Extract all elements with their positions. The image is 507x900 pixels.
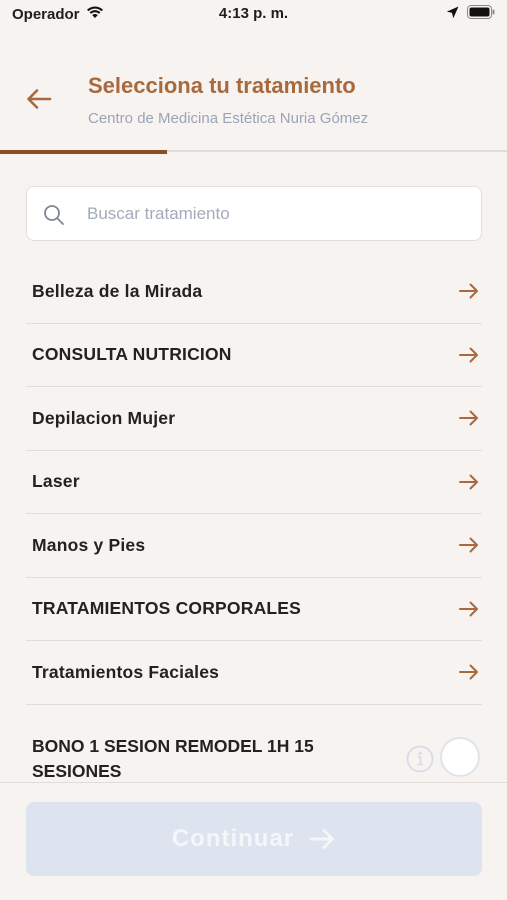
category-label: Manos y Pies (32, 534, 146, 555)
status-left: Operador (12, 5, 104, 23)
category-item[interactable]: Tratamientos Faciales (26, 641, 482, 705)
arrow-left-icon (27, 89, 52, 109)
arrow-right-icon (459, 601, 478, 617)
continue-button[interactable]: Continuar (26, 802, 482, 876)
category-label: CONSULTA NUTRICION (32, 344, 232, 365)
header: Selecciona tu tratamiento Centro de Medi… (0, 60, 507, 152)
search-box (26, 186, 482, 241)
category-label: Laser (32, 471, 80, 492)
arrow-right-icon (459, 537, 478, 553)
screen: Operador 4:13 p. m. Selecciona tu tratam… (0, 0, 507, 900)
category-item[interactable]: CONSULTA NUTRICION (26, 324, 482, 387)
arrow-right-icon (459, 410, 478, 426)
category-list: Belleza de la Mirada CONSULTA NUTRICION De… (26, 260, 482, 705)
category-item[interactable]: Depilacion Mujer (26, 387, 482, 451)
category-item[interactable]: Manos y Pies (26, 514, 482, 578)
location-arrow-icon (446, 6, 459, 23)
carrier-label: Operador (12, 5, 80, 23)
info-icon[interactable] (406, 745, 434, 773)
page-title: Selecciona tu tratamiento (88, 73, 356, 98)
arrow-right-icon (459, 474, 478, 490)
status-right (446, 5, 495, 23)
category-label: Tratamientos Faciales (32, 661, 220, 682)
category-item[interactable]: Belleza de la Mirada (26, 260, 482, 324)
battery-icon (467, 5, 495, 23)
arrow-right-icon (459, 283, 478, 299)
bono-select-radio[interactable] (440, 737, 480, 777)
progress-indicator (0, 150, 168, 154)
bono-label: BONO 1 SESION REMODEL 1H 15 SESIONES (32, 736, 314, 781)
arrow-right-icon (459, 664, 478, 680)
status-bar: Operador 4:13 p. m. (0, 0, 507, 28)
arrow-right-icon (459, 347, 478, 363)
back-button[interactable] (22, 82, 56, 116)
category-item[interactable]: TRATAMIENTOS CORPORALES (26, 578, 482, 641)
arrow-right-icon (309, 829, 335, 849)
clinic-subtitle: Centro de Medicina Estética Nuria Gómez (88, 110, 369, 127)
category-item[interactable]: Laser (26, 451, 482, 514)
search-input[interactable] (87, 187, 467, 240)
continue-label: Continuar (171, 825, 295, 852)
wifi-icon (86, 5, 104, 23)
category-label: TRATAMIENTOS CORPORALES (32, 598, 302, 619)
category-label: Depilacion Mujer (32, 407, 176, 428)
bono-item[interactable]: BONO 1 SESION REMODEL 1H 15 SESIONES (26, 722, 482, 782)
category-label: Belleza de la Mirada (32, 280, 203, 301)
search-icon (44, 205, 64, 225)
